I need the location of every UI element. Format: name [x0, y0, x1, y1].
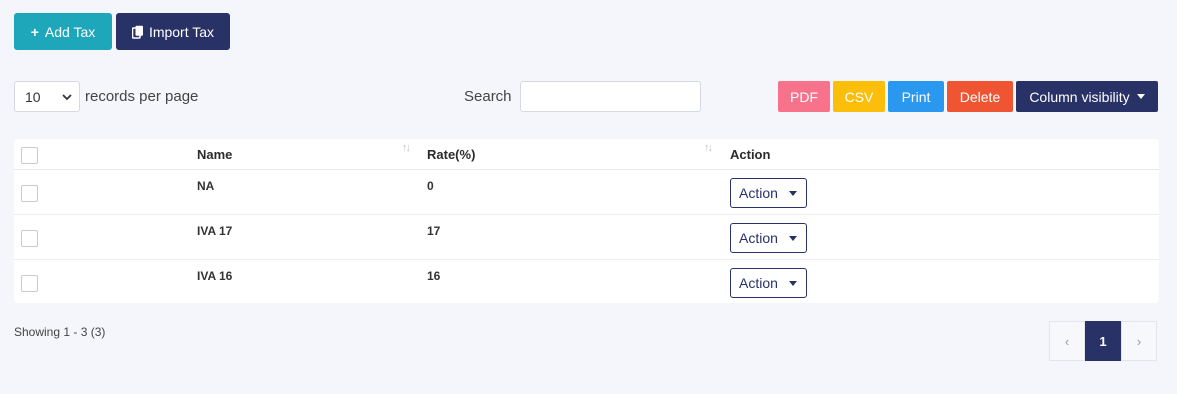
top-toolbar: + Add Tax Import Tax	[14, 13, 230, 50]
tax-rate: 16	[427, 269, 441, 283]
pagination: ‹ 1 ›	[1049, 321, 1157, 361]
table-header: Name ↑↓ Rate(%) ↑↓ Action	[14, 139, 1159, 170]
search-input[interactable]	[520, 81, 701, 112]
action-label: Action	[739, 230, 778, 246]
sort-icon[interactable]: ↑↓	[402, 142, 411, 154]
row-checkbox[interactable]	[21, 230, 38, 247]
action-label: Action	[739, 185, 778, 201]
tax-rate: 0	[427, 179, 434, 193]
column-visibility-label: Column visibility	[1029, 88, 1130, 105]
sort-icon[interactable]: ↑↓	[704, 142, 713, 154]
export-buttons: PDF CSV Print Delete Column visibility	[778, 81, 1158, 112]
tax-rate: 17	[427, 224, 441, 238]
pdf-button[interactable]: PDF	[778, 81, 830, 112]
action-dropdown[interactable]: Action	[730, 268, 807, 298]
csv-button[interactable]: CSV	[833, 81, 885, 112]
plus-icon: +	[30, 23, 39, 40]
column-header-action: Action	[730, 147, 771, 162]
tax-name: NA	[197, 179, 215, 193]
copy-icon	[131, 25, 144, 39]
action-dropdown[interactable]: Action	[730, 178, 807, 208]
table-controls: 10 records per page Search PDF CSV Print…	[14, 81, 1159, 112]
next-page-button[interactable]: ›	[1121, 321, 1157, 361]
table-row: IVA 17 17 Action	[14, 215, 1159, 260]
table-info: Showing 1 - 3 (3)	[14, 325, 106, 339]
page-length-select[interactable]: 10	[14, 81, 80, 112]
print-button[interactable]: Print	[888, 81, 944, 112]
previous-page-button[interactable]: ‹	[1049, 321, 1085, 361]
delete-button[interactable]: Delete	[947, 81, 1013, 112]
table-row: IVA 16 16 Action	[14, 260, 1159, 305]
import-tax-label: Import Tax	[148, 23, 215, 40]
add-tax-label: Add Tax	[44, 23, 96, 40]
search-label: Search	[464, 88, 512, 105]
table-row: NA 0 Action	[14, 170, 1159, 215]
page-length-value: 10	[25, 88, 41, 105]
column-visibility-button[interactable]: Column visibility	[1016, 81, 1158, 112]
tax-name: IVA 16	[197, 269, 233, 283]
action-dropdown[interactable]: Action	[730, 223, 807, 253]
action-label: Action	[739, 275, 778, 291]
column-header-name[interactable]: Name	[197, 147, 232, 162]
caret-down-icon	[789, 281, 797, 286]
page-length-label: records per page	[85, 88, 199, 105]
row-checkbox[interactable]	[21, 275, 38, 292]
add-tax-button[interactable]: + Add Tax	[14, 13, 112, 50]
import-tax-button[interactable]: Import Tax	[116, 13, 230, 50]
caret-down-icon	[789, 191, 797, 196]
page-1-button[interactable]: 1	[1085, 321, 1121, 361]
caret-down-icon	[1136, 94, 1145, 99]
chevron-down-icon	[61, 90, 73, 106]
tax-table: Name ↑↓ Rate(%) ↑↓ Action NA 0 Action IV…	[14, 139, 1159, 303]
caret-down-icon	[789, 236, 797, 241]
row-checkbox[interactable]	[21, 185, 38, 202]
select-all-checkbox[interactable]	[21, 147, 38, 164]
column-header-rate[interactable]: Rate(%)	[427, 147, 475, 162]
tax-name: IVA 17	[197, 224, 233, 238]
